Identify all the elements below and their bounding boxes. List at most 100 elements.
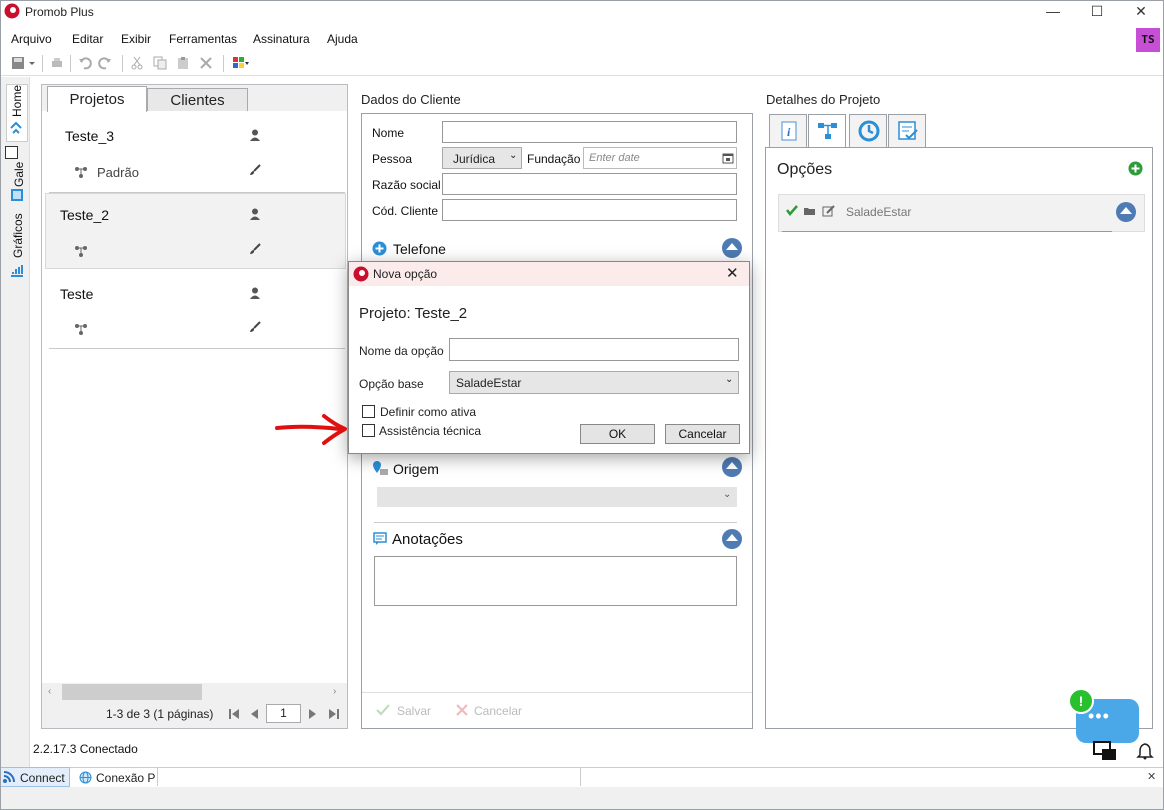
project-name[interactable]: Teste_2: [60, 207, 109, 223]
dialog-close-button[interactable]: ✕: [726, 264, 739, 282]
menu-ajuda[interactable]: Ajuda: [327, 32, 358, 46]
fundacao-date-input[interactable]: Enter date: [583, 147, 737, 169]
tab-clientes[interactable]: Clientes: [147, 88, 248, 111]
side-tab-charts-label[interactable]: Gráficos: [11, 213, 25, 258]
anotacoes-textarea[interactable]: [374, 556, 737, 606]
project-row-selected[interactable]: [45, 193, 346, 269]
user-avatar[interactable]: TS: [1136, 28, 1160, 52]
collapse-origem-button[interactable]: [722, 457, 742, 477]
nome-opcao-input[interactable]: [449, 338, 739, 361]
project-name[interactable]: Teste_3: [65, 128, 114, 144]
ok-button[interactable]: OK: [580, 424, 655, 444]
footer-divider: [362, 692, 752, 693]
pessoa-value: Jurídica: [453, 152, 496, 166]
delete-icon[interactable]: [199, 56, 213, 70]
redo-icon[interactable]: [98, 56, 112, 70]
layout-colors-icon[interactable]: [232, 56, 250, 70]
maximize-button[interactable]: ☐: [1074, 0, 1120, 24]
menu-ferramentas[interactable]: Ferramentas: [169, 32, 237, 46]
nome-input[interactable]: [442, 121, 737, 143]
opcao-base-select[interactable]: SaladeEstar ⌄: [449, 371, 739, 394]
assistencia-label[interactable]: Assistência técnica: [379, 424, 481, 438]
last-page-icon[interactable]: [328, 708, 340, 720]
opcao-base-value: SaladeEstar: [456, 376, 522, 390]
person-icon[interactable]: [249, 208, 261, 220]
menu-exibir[interactable]: Exibir: [121, 32, 151, 46]
conexao-label[interactable]: Conexão P: [96, 771, 155, 785]
tab-checklist[interactable]: [888, 114, 926, 147]
dados-header: Dados do Cliente: [361, 92, 461, 107]
chevron-down-icon: ⌄: [723, 489, 732, 500]
option-name[interactable]: Padrão: [97, 165, 139, 180]
tab-history[interactable]: [849, 114, 887, 147]
razao-input[interactable]: [442, 173, 737, 195]
close-window-button[interactable]: ✕: [1118, 0, 1164, 24]
definir-ativa-checkbox[interactable]: [362, 405, 375, 418]
red-arrow-annotation: [275, 414, 347, 445]
next-page-icon[interactable]: [307, 708, 319, 720]
brush-icon[interactable]: [249, 321, 261, 333]
bottom-close-button[interactable]: ✕: [1147, 770, 1156, 783]
add-circle-icon[interactable]: [372, 241, 387, 256]
dialog-cancel-button[interactable]: Cancelar: [665, 424, 740, 444]
screens-icon[interactable]: [1093, 741, 1117, 761]
assistencia-checkbox[interactable]: [362, 424, 375, 437]
chat-alert-badge: !: [1068, 688, 1094, 714]
fundacao-placeholder: Enter date: [589, 152, 640, 164]
tab-info[interactable]: i: [769, 114, 807, 147]
calendar-icon[interactable]: [722, 152, 734, 164]
add-option-icon[interactable]: [1128, 161, 1143, 176]
first-page-icon[interactable]: [228, 708, 240, 720]
cod-input[interactable]: [442, 199, 737, 221]
edit-icon[interactable]: [822, 205, 835, 217]
menu-assinatura[interactable]: Assinatura: [253, 32, 310, 46]
minimize-button[interactable]: —: [1030, 0, 1076, 24]
hierarchy-icon: [818, 123, 837, 139]
folder-icon[interactable]: [803, 206, 816, 216]
chevron-down-icon[interactable]: [28, 56, 36, 70]
project-name[interactable]: Teste: [60, 286, 93, 302]
toolbar: [0, 52, 1164, 76]
print-icon[interactable]: [50, 56, 64, 70]
collapse-anotacoes-button[interactable]: [722, 529, 742, 549]
brush-icon[interactable]: [249, 164, 261, 176]
bell-icon[interactable]: [1136, 742, 1154, 760]
razao-label: Razão social: [372, 178, 441, 192]
definir-ativa-label[interactable]: Definir como ativa: [380, 405, 476, 419]
tab-projetos[interactable]: Projetos: [47, 86, 147, 112]
history-icon: [858, 120, 880, 142]
connect-label[interactable]: Connect: [20, 771, 65, 785]
brush-icon[interactable]: [249, 243, 261, 255]
scrollbar-thumb[interactable]: [62, 684, 202, 700]
copy-icon[interactable]: [153, 56, 167, 70]
section-divider: [374, 522, 737, 523]
cut-icon[interactable]: [130, 56, 144, 70]
charts-icon: [11, 265, 23, 277]
active-check-icon: [786, 205, 798, 216]
person-icon[interactable]: [249, 287, 261, 299]
bottom-bar: [0, 767, 1164, 787]
page-number-input[interactable]: 1: [266, 704, 301, 723]
toolbar-separator: [42, 55, 43, 72]
tab-options[interactable]: [808, 114, 846, 148]
pessoa-select[interactable]: Jurídica ⌄: [442, 147, 522, 169]
collapse-option-button[interactable]: [1116, 202, 1136, 222]
person-icon[interactable]: [249, 129, 261, 141]
origem-select[interactable]: ⌄: [377, 487, 737, 507]
scroll-left-icon[interactable]: ‹: [48, 686, 51, 697]
scroll-right-icon[interactable]: ›: [333, 686, 336, 697]
undo-icon[interactable]: [78, 56, 92, 70]
prev-page-icon[interactable]: [248, 708, 260, 720]
menu-editar[interactable]: Editar: [72, 32, 103, 46]
salvar-button[interactable]: Salvar: [397, 704, 431, 718]
cancelar-button[interactable]: Cancelar: [474, 704, 522, 718]
paste-icon[interactable]: [176, 56, 190, 70]
save-icon[interactable]: [11, 56, 25, 70]
collapse-telefone-button[interactable]: [722, 238, 742, 258]
menu-arquivo[interactable]: Arquivo: [11, 32, 52, 46]
side-tab-gallery-label[interactable]: Gale: [12, 162, 26, 187]
nome-opcao-label: Nome da opção: [359, 344, 444, 358]
option-item-name[interactable]: SaladeEstar: [846, 205, 911, 219]
checklist-icon: [898, 121, 918, 140]
side-checkbox[interactable]: [5, 146, 18, 159]
